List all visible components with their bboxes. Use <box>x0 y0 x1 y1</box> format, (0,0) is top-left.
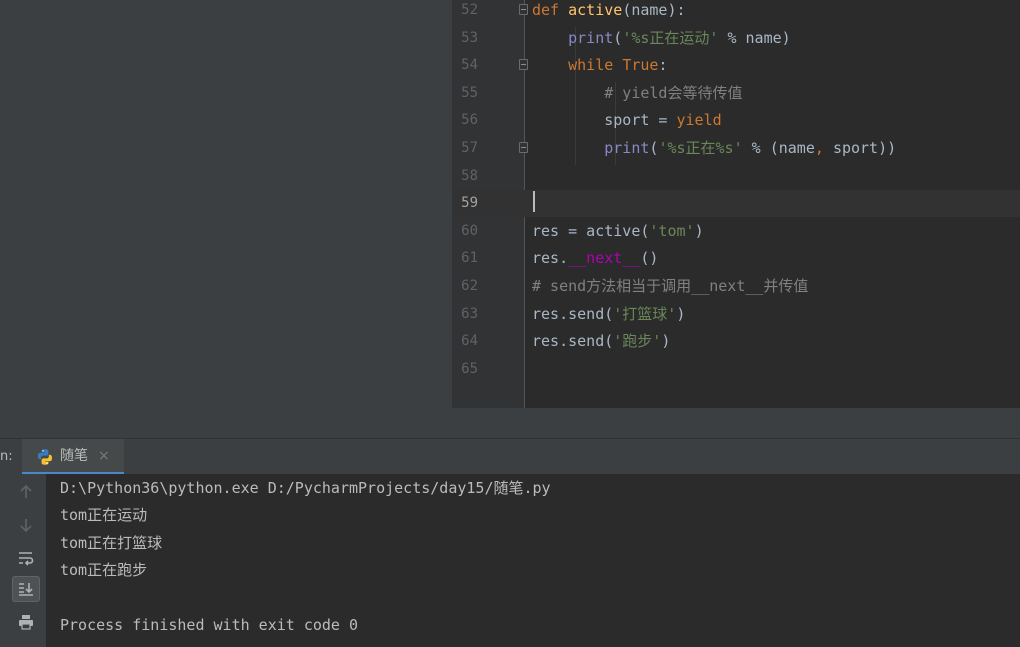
code-line[interactable]: 64 res.send('跑步') <box>452 328 1020 355</box>
line-number: 65 <box>461 360 478 377</box>
run-tab-suibi[interactable]: 随笔 × <box>22 439 124 475</box>
code-token: print <box>604 139 650 157</box>
console-output-line: D:\Python36\python.exe D:/PycharmProject… <box>60 479 551 497</box>
code-line[interactable]: 62 # send方法相当于调用__next__并传值 <box>452 273 1020 300</box>
code-text: while True: <box>532 52 667 79</box>
code-line[interactable]: 55 # yield会等待传值 <box>452 80 1020 107</box>
code-token: ( <box>613 28 623 47</box>
code-token: , <box>814 139 833 157</box>
fold-marker-icon[interactable] <box>519 4 528 15</box>
line-number: 58 <box>461 167 478 184</box>
code-token: sport)) <box>832 139 897 157</box>
code-text: # send方法相当于调用__next__并传值 <box>532 273 808 300</box>
line-number: 62 <box>461 278 478 294</box>
scroll-to-end-icon[interactable] <box>12 576 40 602</box>
code-token: __next__ <box>568 249 641 268</box>
code-token: res = active( <box>532 221 650 240</box>
line-number: 63 <box>461 305 478 322</box>
code-text: res.__next__() <box>532 245 658 272</box>
code-token: res. <box>532 249 569 268</box>
up-arrow-icon[interactable] <box>12 479 40 505</box>
code-line[interactable]: 52 def active(name): <box>452 0 1020 24</box>
code-line[interactable]: 56 sport = yield <box>452 107 1020 134</box>
fold-marker-icon[interactable] <box>519 59 528 71</box>
project-side-panel <box>0 0 452 438</box>
console-output-line: tom正在打篮球 <box>60 533 163 552</box>
code-line[interactable]: 54 while True: <box>452 52 1020 79</box>
fold-marker-icon[interactable] <box>519 142 528 153</box>
code-token: res.send( <box>532 332 614 351</box>
python-file-icon <box>38 449 52 465</box>
close-icon[interactable]: × <box>98 439 110 473</box>
soft-wrap-icon[interactable] <box>12 545 40 571</box>
code-token: # yield会等待传值 <box>604 83 743 102</box>
code-text: res = active('tom') <box>532 218 704 245</box>
code-token: '跑步' <box>613 332 662 351</box>
code-text: res.send('跑步') <box>532 328 670 355</box>
code-line[interactable]: 59 <box>452 190 1020 218</box>
code-token: while <box>568 56 623 75</box>
code-token: sport = <box>532 111 677 130</box>
code-token: # send方法相当于调用__next__并传值 <box>532 277 809 295</box>
line-number: 64 <box>461 333 478 350</box>
code-line[interactable]: 60 res = active('tom') <box>452 218 1020 245</box>
code-token: () <box>640 249 659 268</box>
code-text: res.send('打篮球') <box>532 301 685 328</box>
code-line[interactable]: 53 print('%s正在运动' % name) <box>452 25 1020 52</box>
line-number: 60 <box>461 222 478 239</box>
code-text: def active(name): <box>532 0 686 24</box>
run-label: n: <box>0 449 13 464</box>
code-token: 'tom' <box>649 221 695 240</box>
print-icon[interactable] <box>12 609 40 635</box>
code-text: # yield会等待传值 <box>532 80 742 107</box>
console-output-line: tom正在跑步 <box>60 561 148 580</box>
code-editor[interactable]: 52 def active(name): 53 print('%s正在运动' % n… <box>452 0 1020 438</box>
run-console[interactable]: D:\Python36\python.exe D:/PycharmProject… <box>0 474 1020 647</box>
code-token: : <box>658 56 668 75</box>
run-tool-window-header: n: 随笔 × <box>0 438 1020 475</box>
console-toolbar <box>0 474 46 647</box>
line-number: 56 <box>461 112 478 129</box>
code-token: % (name <box>742 139 815 157</box>
line-number: 59 <box>461 195 478 212</box>
code-line[interactable]: 58 <box>452 163 1020 190</box>
code-token: % name) <box>718 28 791 47</box>
line-number: 53 <box>461 29 478 46</box>
code-token: '打篮球' <box>613 304 677 323</box>
line-number: 54 <box>461 57 478 74</box>
code-token: ) <box>676 304 686 323</box>
code-line[interactable]: 65 <box>452 356 1020 383</box>
line-number: 61 <box>461 250 478 267</box>
console-output-line: Process finished with exit code 0 <box>60 616 359 634</box>
code-line[interactable]: 63 res.send('打篮球') <box>452 301 1020 328</box>
code-text: print('%s正在%s' % (name, sport)) <box>532 135 896 162</box>
console-output-line: tom正在运动 <box>60 506 148 525</box>
code-token: yield <box>676 111 722 130</box>
down-arrow-icon[interactable] <box>12 512 40 538</box>
text-caret <box>533 191 535 212</box>
code-token: '%s正在%s' <box>658 139 743 157</box>
editor-bottom-bar <box>452 408 1020 438</box>
tab-label: 随笔 <box>60 448 88 464</box>
code-token: True <box>622 56 659 75</box>
code-token: active <box>568 1 623 19</box>
line-number: 55 <box>461 84 478 101</box>
code-token: ) <box>694 221 704 240</box>
code-token: print <box>568 28 614 47</box>
code-token: (name): <box>622 1 686 19</box>
code-line[interactable]: 57 print('%s正在%s' % (name, sport)) <box>452 135 1020 162</box>
code-text: print('%s正在运动' % name) <box>532 25 791 52</box>
line-number: 57 <box>461 140 478 156</box>
line-number: 52 <box>461 2 478 18</box>
code-token: res.send( <box>532 304 614 323</box>
code-text: sport = yield <box>532 107 722 134</box>
code-line[interactable]: 61 res.__next__() <box>452 245 1020 272</box>
code-token: '%s正在运动' <box>622 28 719 47</box>
code-token: def <box>532 1 569 19</box>
code-token: ) <box>661 332 671 351</box>
